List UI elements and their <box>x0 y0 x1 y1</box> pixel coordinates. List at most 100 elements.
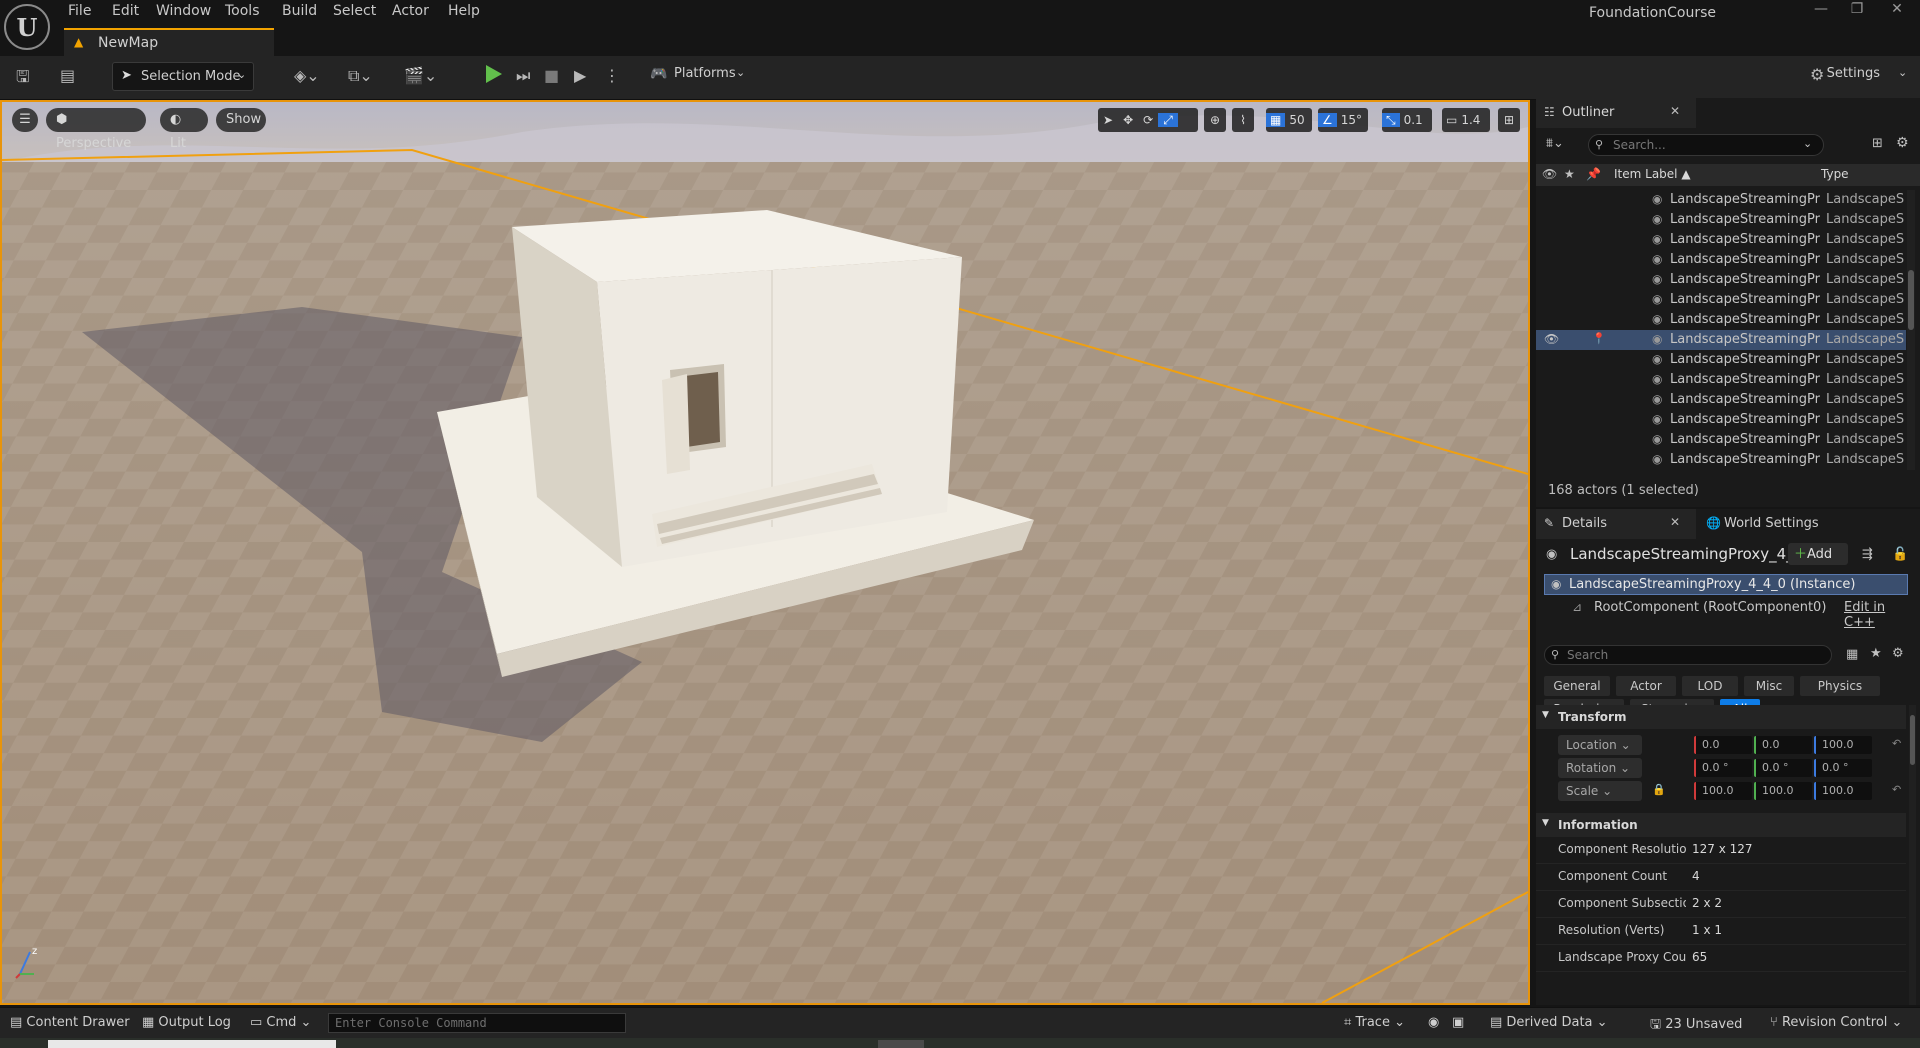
component-instance-row[interactable]: ◉ LandscapeStreamingProxy_4_4_0 (Instanc… <box>1544 574 1908 595</box>
screenshot-icon[interactable]: ▣ <box>1452 1015 1464 1030</box>
outliner-scrollbar[interactable] <box>1907 190 1915 470</box>
filter-general[interactable]: General <box>1544 676 1610 696</box>
outliner-row[interactable]: ◉ LandscapeStreamingPro: LandscapeSt <box>1536 270 1906 290</box>
derived-data-button[interactable]: ▤ Derived Data ⌄ <box>1490 1015 1608 1030</box>
menu-select[interactable]: Select <box>333 3 376 19</box>
scale-snap[interactable]: ⤡ 0.1 <box>1382 108 1432 132</box>
output-log-button[interactable]: ▦ Output Log <box>142 1015 231 1030</box>
map-tab[interactable]: ▲ NewMap <box>64 28 274 56</box>
menu-build[interactable]: Build <box>282 3 317 19</box>
details-scrollbar[interactable] <box>1909 705 1916 1005</box>
filter-icon[interactable]: ⩩⌄ <box>1546 136 1564 151</box>
type-column[interactable]: Type <box>1821 167 1849 181</box>
select-tool-icon[interactable]: ➤ <box>1098 113 1118 127</box>
unreal-logo-icon[interactable]: U <box>4 4 50 50</box>
play-options-icon[interactable]: ▶ <box>574 66 586 85</box>
outliner-row[interactable]: ◉ LandscapeStreamingPro: LandscapeSt <box>1536 450 1906 470</box>
filter-actor[interactable]: Actor <box>1616 676 1676 696</box>
trace-dropdown[interactable]: ⌗ Trace ⌄ <box>1344 1015 1405 1030</box>
visibility-icon[interactable]: 👁 <box>1544 332 1559 346</box>
outliner-row[interactable]: ◉ LandscapeStreamingPro: LandscapeSt <box>1536 390 1906 410</box>
level-viewport[interactable]: ☰ ⬢ Perspective ◐ Lit Show ➤ ✥ ⟳ ⤢ ⊕ ⌇ ▦ 50 … <box>0 100 1530 1005</box>
menu-actor[interactable]: Actor <box>392 3 429 19</box>
lit-button[interactable]: ◐ Lit <box>160 108 208 151</box>
gear-icon[interactable]: ⚙ <box>1892 646 1904 661</box>
outliner-search-input[interactable]: ⚲ Search... ⌄ <box>1588 134 1824 156</box>
gear-icon[interactable]: ⚙ <box>1896 135 1909 151</box>
show-button[interactable]: Show <box>216 108 266 132</box>
outliner-row[interactable]: ◉ LandscapeStreamingPro: LandscapeSt <box>1536 290 1906 310</box>
rotation-dropdown[interactable]: Rotation ⌄ <box>1558 758 1642 778</box>
details-scroll-thumb[interactable] <box>1910 715 1915 765</box>
settings-button[interactable]: Settings <box>1827 66 1880 81</box>
reset-icon[interactable]: ↶ <box>1892 783 1901 796</box>
transform-section[interactable]: ▼ Transform <box>1536 705 1906 729</box>
location-dropdown[interactable]: Location ⌄ <box>1558 735 1642 755</box>
scale-z-field[interactable]: 100.0 <box>1814 782 1872 800</box>
details-search-input[interactable]: ⚲ Search <box>1544 645 1832 665</box>
cinematics-icon[interactable]: 🎬⌄ <box>404 66 437 85</box>
menu-tools[interactable]: Tools <box>225 3 260 19</box>
taskbar-item[interactable] <box>48 1040 336 1048</box>
play-button[interactable] <box>486 65 502 83</box>
rotate-tool-icon[interactable]: ⟳ <box>1138 113 1158 127</box>
taskbar-item[interactable] <box>878 1040 924 1048</box>
menu-edit[interactable]: Edit <box>112 3 139 19</box>
gear-icon[interactable]: ⚙ <box>1810 65 1824 84</box>
filter-misc[interactable]: Misc <box>1744 676 1794 696</box>
maximize-viewport-icon[interactable]: ⊞ <box>1498 108 1520 132</box>
scale-dropdown[interactable]: Scale ⌄ <box>1558 781 1642 801</box>
grid-snap[interactable]: ▦ 50 <box>1266 108 1312 132</box>
stop-icon[interactable]: ■ <box>544 66 559 85</box>
outliner-row[interactable]: ◉ LandscapeStreamingPro: LandscapeSt <box>1536 430 1906 450</box>
unsaved-button[interactable]: 🖫 23 Unsaved <box>1650 1015 1742 1037</box>
record-icon[interactable]: ◉ <box>1428 1015 1439 1030</box>
lock-icon[interactable]: 🔓 <box>1892 547 1908 562</box>
add-actor-icon[interactable]: ◈⌄ <box>294 66 320 85</box>
viewport-options-icon[interactable]: ☰ <box>12 108 38 132</box>
world-settings-tab[interactable]: 🌐 World Settings <box>1700 509 1850 539</box>
restore-icon[interactable]: ❐ <box>1842 1 1872 21</box>
content-browse-icon[interactable]: ▤ <box>60 66 75 85</box>
outliner-scroll-thumb[interactable] <box>1908 270 1914 330</box>
world-space-icon[interactable]: ⊕ <box>1204 108 1226 132</box>
information-section[interactable]: ▼ Information <box>1536 813 1906 837</box>
rotation-z-field[interactable]: 0.0 ° <box>1814 759 1872 777</box>
lock-icon[interactable]: 🔒 <box>1652 783 1666 796</box>
outliner-row[interactable]: ◉ LandscapeStreamingPro: LandscapeSt <box>1536 350 1906 370</box>
outliner-row[interactable]: ◉ LandscapeStreamingPro: LandscapeSt <box>1536 250 1906 270</box>
scale-x-field[interactable]: 100.0 <box>1694 782 1752 800</box>
translate-tool-icon[interactable]: ✥ <box>1118 113 1138 127</box>
outliner-row[interactable]: ◉ LandscapeStreamingPro: LandscapeSt <box>1536 210 1906 230</box>
outliner-row[interactable]: ◉ LandscapeStreamingPro: LandscapeSt <box>1536 230 1906 250</box>
outliner-row[interactable]: ◉ LandscapeStreamingPro: LandscapeSt <box>1536 370 1906 390</box>
menu-file[interactable]: File <box>68 3 91 19</box>
rotation-y-field[interactable]: 0.0 ° <box>1754 759 1812 777</box>
table-view-icon[interactable]: ▦ <box>1846 647 1858 662</box>
cmd-dropdown[interactable]: ▭ Cmd ⌄ <box>250 1015 311 1030</box>
platforms-button[interactable]: Platforms <box>674 66 736 81</box>
scale-y-field[interactable]: 100.0 <box>1754 782 1812 800</box>
perspective-button[interactable]: ⬢ Perspective <box>46 108 146 151</box>
outliner-row[interactable]: ◉ LandscapeStreamingPro: LandscapeSt <box>1536 410 1906 430</box>
outliner-row[interactable]: ◉ LandscapeStreamingPro: LandscapeSt <box>1536 190 1906 210</box>
camera-speed[interactable]: ▭ 1.4 <box>1442 108 1490 132</box>
outliner-row[interactable]: 👁 📍 ◉ LandscapeStreamingPro: LandscapeSt <box>1536 330 1906 350</box>
console-command-input[interactable]: Enter Console Command <box>328 1013 626 1033</box>
revision-control-button[interactable]: ⑂ Revision Control ⌄ <box>1770 1015 1902 1030</box>
filter-lod[interactable]: LOD <box>1682 676 1738 696</box>
surface-snap-icon[interactable]: ⌇ <box>1232 108 1254 132</box>
actor-name[interactable]: LandscapeStreamingProxy_4_ <box>1570 545 1794 563</box>
pin-icon[interactable]: 📍 <box>1592 332 1606 345</box>
scale-tool-icon[interactable]: ⤢ <box>1158 113 1178 127</box>
details-tab[interactable]: ✎ Details ✕ <box>1536 509 1696 539</box>
filter-physics[interactable]: Physics <box>1800 676 1880 696</box>
location-x-field[interactable]: 0.0 <box>1694 736 1752 754</box>
add-component-button[interactable]: ＋Add <box>1788 543 1848 565</box>
menu-help[interactable]: Help <box>448 3 480 19</box>
item-label-column[interactable]: Item Label ▲ <box>1614 167 1691 181</box>
close-window-icon[interactable]: ✕ <box>1882 1 1912 21</box>
menu-window[interactable]: Window <box>156 3 211 19</box>
blueprint-icon[interactable]: ⧉⌄ <box>348 66 373 86</box>
location-y-field[interactable]: 0.0 <box>1754 736 1812 754</box>
